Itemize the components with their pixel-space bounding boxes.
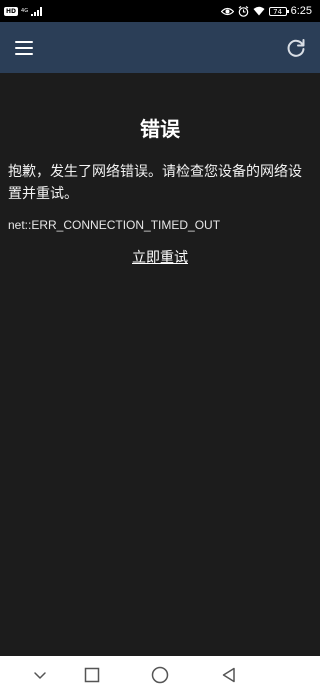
battery-indicator: 74: [268, 6, 289, 16]
wifi-icon: [253, 6, 265, 16]
chevron-down-icon: [34, 672, 46, 679]
retry-now-link[interactable]: 立即重试: [0, 248, 320, 268]
network-label: 4G: [21, 7, 29, 14]
back-button[interactable]: [219, 665, 239, 685]
refresh-icon: [287, 39, 305, 57]
triangle-back-icon: [222, 667, 235, 683]
status-right: 74 6:25: [220, 3, 312, 19]
alarm-icon: [238, 5, 248, 17]
status-left: HD 4G: [4, 4, 43, 18]
battery-level: 74: [273, 7, 283, 16]
signal-icon: [31, 6, 43, 16]
hide-keyboard-button[interactable]: [30, 665, 50, 685]
error-title: 错误: [140, 117, 180, 141]
app-bar: [0, 22, 320, 73]
error-code: net::ERR_CONNECTION_TIMED_OUT: [8, 218, 221, 232]
recents-button[interactable]: [82, 665, 102, 685]
hd-badge: HD: [4, 6, 19, 16]
menu-button[interactable]: [12, 36, 36, 60]
home-button[interactable]: [150, 665, 170, 685]
error-message: 抱歉，发生了网络错误。请检查您设备的网络设置并重试。: [8, 164, 302, 202]
network-indicator: 4G: [21, 7, 29, 14]
refresh-button[interactable]: [284, 36, 308, 60]
system-nav-bar: [0, 656, 320, 694]
hamburger-menu-icon: [15, 41, 33, 55]
square-icon: [84, 667, 100, 683]
eye-icon: [220, 7, 234, 15]
status-time: 6:25: [290, 5, 312, 17]
status-bar: HD 4G 74 6:25: [0, 0, 320, 22]
circle-icon: [151, 666, 169, 684]
